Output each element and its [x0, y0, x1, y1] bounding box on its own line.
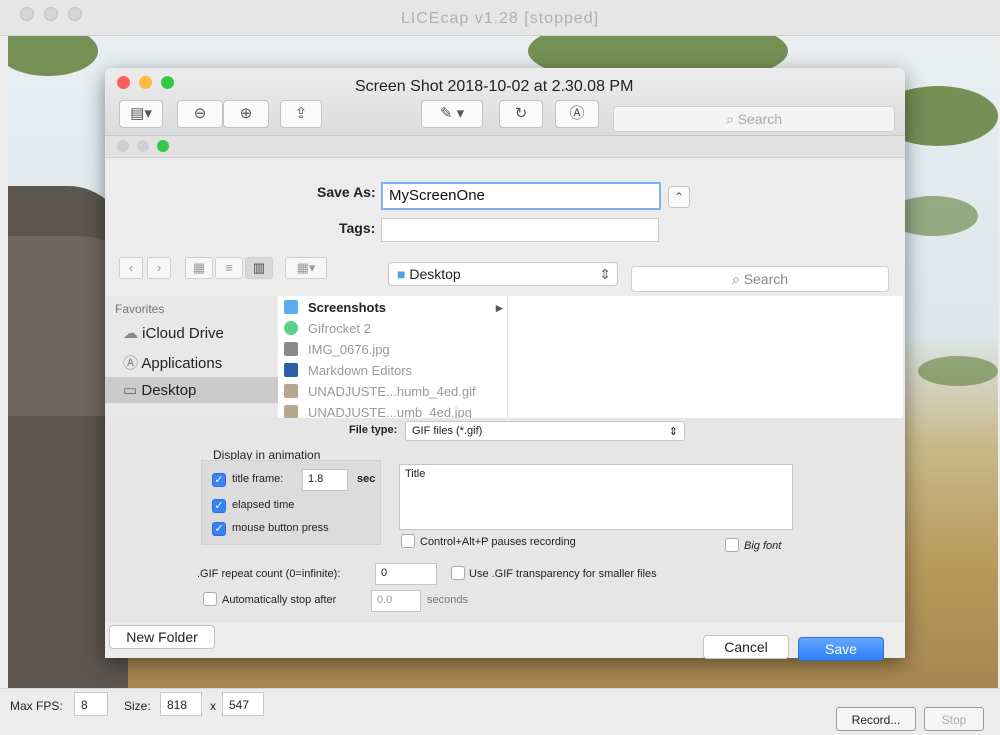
size-x-label: x	[210, 699, 216, 713]
expand-chevron-icon[interactable]: ⌃	[668, 186, 690, 208]
file-type-label: File type:	[349, 424, 398, 436]
favorites-heading: Favorites	[115, 302, 165, 316]
close-icon[interactable]	[117, 76, 130, 89]
popup-arrows-icon: ⇕	[599, 266, 611, 282]
elapsed-time-checkbox[interactable]: ✓	[212, 499, 226, 513]
markup-pen-icon[interactable]: ✎ ▾	[421, 100, 483, 128]
share-icon[interactable]: ⇪	[280, 100, 322, 128]
gif-file-icon	[284, 384, 298, 398]
elapsed-time-label: elapsed time	[232, 499, 295, 511]
list-item[interactable]: UNADJUSTE...humb_4ed.gif	[284, 384, 476, 399]
licecap-options-panel: File type: GIF files (*.gif) ⇕ Display in…	[105, 418, 905, 623]
list-item[interactable]: IMG_0676.jpg	[284, 342, 390, 357]
icon-view-icon[interactable]: ▦	[185, 257, 213, 279]
file-type-select[interactable]: GIF files (*.gif) ⇕	[405, 421, 685, 441]
annotate-icon[interactable]: Ⓐ	[555, 100, 599, 128]
display-options-group: ✓ title frame: 1.8 sec ✓ elapsed time ✓ …	[201, 460, 381, 545]
preview-toolbar: Screen Shot 2018-10-02 at 2.30.08 PM ▤▾ …	[105, 68, 905, 136]
mouse-press-label: mouse button press	[232, 522, 329, 534]
save-as-field[interactable]: MyScreenOne	[381, 182, 661, 210]
sheet-search-field[interactable]: ⌕ Search	[631, 266, 889, 292]
repeat-count-label: .GIF repeat count (0=infinite):	[197, 568, 341, 580]
column-view-icon[interactable]: ▥	[245, 257, 273, 279]
stop-button[interactable]: Stop	[924, 707, 984, 731]
list-item[interactable]: Screenshots ▸	[284, 300, 503, 315]
location-popup[interactable]: ■ Desktop ⇕	[388, 262, 618, 286]
new-folder-button[interactable]: New Folder	[109, 625, 215, 649]
save-as-label: Save As:	[317, 184, 376, 200]
minimize-icon[interactable]	[139, 76, 152, 89]
sidebar-item-desktop[interactable]: ▭ Desktop	[105, 377, 278, 403]
zoom-icon[interactable]	[161, 76, 174, 89]
sec-label: sec	[357, 473, 376, 485]
record-button[interactable]: Record...	[836, 707, 916, 731]
licecap-titlebar: LICEcap v1.28 [stopped]	[0, 0, 1000, 36]
cancel-button[interactable]: Cancel	[703, 635, 789, 659]
transparency-checkbox[interactable]	[451, 566, 465, 580]
group-view-icon[interactable]: ▦▾	[285, 257, 327, 279]
licecap-bottom-bar: Max FPS: 8 Size: 818 x 547 Record... Sto…	[0, 688, 1000, 735]
big-font-checkbox[interactable]	[725, 538, 739, 552]
zoom-in-icon[interactable]: ⊕	[223, 100, 269, 128]
folder-icon: ■	[397, 266, 406, 282]
repeat-count-field[interactable]: 0	[375, 563, 437, 585]
max-fps-field[interactable]: 8	[74, 692, 108, 716]
auto-stop-label: Automatically stop after	[222, 594, 337, 606]
pause-hotkey-checkbox[interactable]	[401, 534, 415, 548]
list-view-icon[interactable]: ≡	[215, 257, 243, 279]
max-fps-label: Max FPS:	[10, 699, 63, 713]
favorites-sidebar: Favorites ☁ iCloud Drive Ⓐ Applications …	[105, 296, 278, 418]
size-label: Size:	[124, 699, 151, 713]
desktop-icon: ▭	[123, 382, 138, 399]
word-file-icon	[284, 363, 298, 377]
height-field[interactable]: 547	[222, 692, 264, 716]
disclosure-arrow-icon: ▸	[496, 300, 503, 315]
popup-arrows-icon: ⇕	[668, 426, 678, 438]
tags-label: Tags:	[339, 220, 376, 236]
width-field[interactable]: 818	[160, 692, 202, 716]
sidebar-item-icloud[interactable]: ☁ iCloud Drive	[105, 320, 278, 346]
title-frame-seconds-field[interactable]: 1.8	[302, 469, 348, 491]
back-icon[interactable]: ‹	[119, 257, 143, 279]
folder-icon	[284, 300, 298, 314]
title-frame-checkbox[interactable]: ✓	[212, 473, 226, 487]
sheet-titlebar	[105, 136, 905, 158]
list-item[interactable]: Markdown Editors	[284, 363, 412, 378]
sidebar-item-applications[interactable]: Ⓐ Applications	[105, 348, 278, 374]
rotate-icon[interactable]: ↻	[499, 100, 543, 128]
sidebar-toggle-icon[interactable]: ▤▾	[119, 100, 163, 128]
save-sheet: Save As: MyScreenOne ⌃ Tags: ‹ › ▦ ≡ ▥ ▦…	[105, 136, 905, 661]
gifrocket-icon	[284, 321, 298, 335]
applications-icon: Ⓐ	[123, 355, 139, 372]
image-file-icon	[284, 405, 298, 419]
seconds-label: seconds	[427, 594, 468, 606]
big-font-label: Big font	[744, 540, 782, 552]
tags-field[interactable]	[381, 218, 659, 242]
preview-search-field[interactable]: ⌕ Search	[613, 106, 895, 132]
document-title: Screen Shot 2018-10-02 at 2.30.08 PM	[355, 78, 634, 95]
transparency-label: Use .GIF transparency for smaller files	[469, 568, 657, 580]
auto-stop-seconds-field[interactable]: 0.0	[371, 590, 421, 612]
zoom-out-icon[interactable]: ⊖	[177, 100, 223, 128]
title-text-area[interactable]: Title	[399, 464, 793, 530]
title-frame-label: title frame:	[232, 473, 284, 485]
forward-icon[interactable]: ›	[147, 257, 171, 279]
licecap-title: LICEcap v1.28 [stopped]	[400, 10, 600, 27]
pause-hotkey-label: Control+Alt+P pauses recording	[420, 536, 576, 548]
image-file-icon	[284, 342, 298, 356]
file-preview-pane	[508, 296, 903, 418]
list-item[interactable]: Gifrocket 2	[284, 321, 371, 336]
save-button[interactable]: Save	[798, 637, 884, 661]
auto-stop-checkbox[interactable]	[203, 592, 217, 606]
sheet-footer: New Folder Cancel Save	[105, 623, 905, 661]
cloud-icon: ☁	[123, 325, 138, 342]
mouse-press-checkbox[interactable]: ✓	[212, 522, 226, 536]
file-browser-column: Screenshots ▸ Gifrocket 2 IMG_0676.jpg Ma…	[278, 296, 508, 420]
